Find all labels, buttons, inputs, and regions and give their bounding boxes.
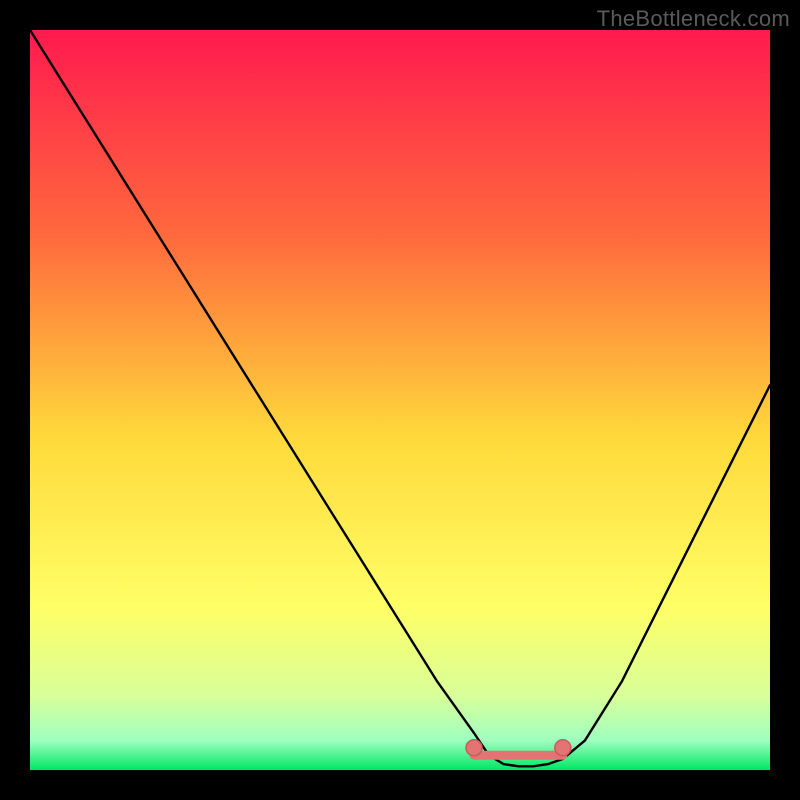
optimal-marker-right [555, 740, 571, 756]
watermark-text: TheBottleneck.com [597, 6, 790, 32]
optimal-marker-left [466, 740, 482, 756]
chart-frame [30, 30, 770, 770]
chart-plot-area [30, 30, 770, 770]
bottleneck-curve [30, 30, 770, 766]
